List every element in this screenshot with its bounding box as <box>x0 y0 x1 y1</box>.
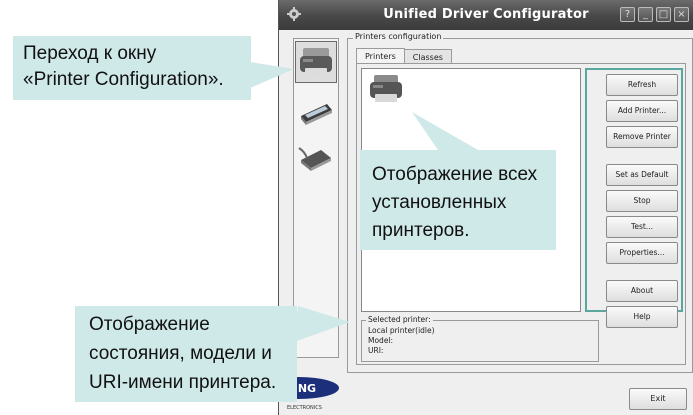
callout-installed-printers: Отображение всех установленных принтеров… <box>360 150 556 250</box>
callout-printer-configuration: Переход к окну «Printer Configuration». <box>13 36 251 100</box>
callout-line: принтеров. <box>372 220 470 241</box>
callout-line: состояния, модели и <box>89 343 272 364</box>
callout-printer-status: Отображение состояния, модели и URI-имен… <box>75 306 297 402</box>
callout-line: Переход к окну <box>23 43 157 64</box>
callout-line: Отображение <box>89 314 210 335</box>
callout-line: установленных <box>372 192 507 213</box>
callout-line: «Printer Configuration». <box>23 69 224 90</box>
callout-line: Отображение всех <box>372 164 538 185</box>
callout-line: URI-имени принтера. <box>89 372 277 393</box>
